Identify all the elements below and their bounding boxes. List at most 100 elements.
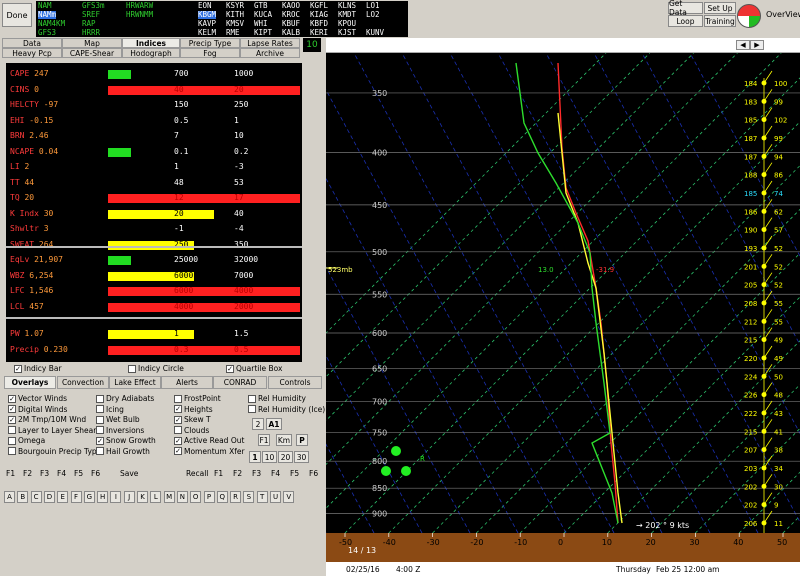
station-option[interactable]: WHI	[254, 20, 268, 28]
letter-key[interactable]: J	[123, 491, 135, 503]
letter-key[interactable]: I	[110, 491, 122, 503]
letter-key[interactable]: E	[57, 491, 69, 503]
letter-key[interactable]: R	[230, 491, 242, 503]
station-option[interactable]: KIPT	[254, 29, 272, 37]
overlay-checkbox[interactable]: Clouds	[174, 426, 209, 435]
station-option[interactable]: KMSV	[226, 20, 244, 28]
overlay-checkbox[interactable]: FrostPoint	[174, 394, 221, 403]
overlay-checkbox[interactable]: Rel Humidity (Ice)	[248, 405, 325, 414]
station-option[interactable]: KERI	[310, 29, 328, 37]
overlay-checkbox[interactable]: Inversions	[96, 426, 144, 435]
model-option[interactable]: NAM	[38, 2, 52, 10]
station-option[interactable]: KBGM	[198, 11, 217, 19]
tab-precip-type[interactable]: Precip Type	[180, 38, 240, 48]
overlay-checkbox[interactable]: ✓ Momentum Xfer	[174, 447, 245, 456]
overlay-checkbox[interactable]: ✓ Heights	[174, 405, 213, 414]
overlay-checkbox[interactable]: ✓ Vector Winds	[8, 394, 67, 403]
overlay-tab-conrad[interactable]: CONRAD	[213, 376, 267, 389]
model-selector[interactable]: NAM GFS3m HRWARW NAMm SREF HRWNMM NAM4KM RAP GFS…	[36, 1, 168, 37]
overlay-checkbox[interactable]: Rel Humidity	[248, 394, 306, 403]
overlay-checkbox[interactable]: ✓ 2M Tmp/10M Wnd	[8, 415, 86, 424]
overlay-checkbox[interactable]: ✓ Active Read Out	[174, 436, 244, 445]
fkey-right[interactable]: F4	[271, 469, 280, 478]
training-button[interactable]: Training	[704, 15, 736, 27]
station-option[interactable]: GTB	[254, 2, 268, 10]
fkey-right[interactable]: F2	[233, 469, 242, 478]
letter-key[interactable]: O	[190, 491, 202, 503]
tab-indices[interactable]: Indices	[122, 38, 180, 48]
f1-small-button[interactable]: F1	[258, 434, 270, 446]
station-option[interactable]: KSYR	[226, 2, 244, 10]
overlay-checkbox[interactable]: ✓ Skew T	[174, 415, 211, 424]
scroll-left-icon[interactable]: ◀	[736, 40, 750, 50]
tab-fog[interactable]: Fog	[180, 48, 240, 58]
overview-globe-icon[interactable]	[737, 4, 761, 28]
overlay-checkbox[interactable]: Omega	[8, 436, 45, 445]
overlay-tab-lake-effect[interactable]: Lake Effect	[109, 376, 161, 389]
model-option[interactable]: NAM4KM	[38, 20, 65, 28]
fkey-left[interactable]: F1	[6, 469, 15, 478]
station-option[interactable]: KIAG	[310, 11, 328, 19]
letter-key[interactable]: P	[203, 491, 215, 503]
done-button[interactable]: Done	[2, 3, 32, 27]
station-option[interactable]: KROC	[282, 11, 300, 19]
letter-key[interactable]: G	[83, 491, 95, 503]
loop-button[interactable]: Loop	[668, 15, 703, 27]
station-selector[interactable]: EON KSYR GTB KAOO KGFL KLNS LO1 KBGM KITH KUCA KRO…	[168, 1, 408, 37]
station-option[interactable]: KBFD	[310, 20, 328, 28]
station-option[interactable]: KMDT	[338, 11, 356, 19]
overlay-checkbox[interactable]: ✓ Snow Growth	[96, 436, 156, 445]
overlay-checkbox[interactable]: Wet Bulb	[96, 415, 140, 424]
model-option[interactable]: HRWARW	[126, 2, 153, 10]
letter-key[interactable]: Q	[216, 491, 228, 503]
fkey-right[interactable]: F3	[252, 469, 261, 478]
station-option[interactable]: KELM	[198, 29, 216, 37]
station-option[interactable]: KGFL	[310, 2, 328, 10]
fkey-left[interactable]: F2	[23, 469, 32, 478]
fkey-right[interactable]: F1	[214, 469, 223, 478]
overlay-checkbox[interactable]: ✓ Digital Winds	[8, 405, 67, 414]
fkey-left[interactable]: F5	[74, 469, 83, 478]
get-data-button[interactable]: Get Data	[668, 0, 703, 17]
letter-key[interactable]: H	[97, 491, 109, 503]
station-option[interactable]: EON	[198, 2, 212, 10]
letter-key[interactable]: M	[163, 491, 175, 503]
letter-key[interactable]: C	[30, 491, 42, 503]
letter-key[interactable]: A	[4, 491, 15, 503]
overlay-tab-overlays[interactable]: Overlays	[4, 376, 56, 389]
p-button[interactable]: P	[296, 434, 308, 446]
tab-heavy-pcp[interactable]: Heavy Pcp	[2, 48, 62, 58]
overlay-checkbox[interactable]: Icing	[96, 405, 124, 414]
letter-key[interactable]: B	[17, 491, 29, 503]
station-option[interactable]: KITH	[226, 11, 244, 19]
overlay-checkbox[interactable]: Hail Growth	[96, 447, 150, 456]
scroll-right-icon[interactable]: ▶	[750, 40, 764, 50]
station-option[interactable]: KJST	[338, 29, 356, 37]
letter-key[interactable]: S	[243, 491, 255, 503]
letter-key[interactable]: F	[70, 491, 82, 503]
km-button[interactable]: Km	[276, 434, 292, 446]
model-option[interactable]: GFS3	[38, 29, 56, 37]
overlay-checkbox[interactable]: Bourgouin Precip Type	[8, 447, 101, 456]
overlay-tab-convection[interactable]: Convection	[57, 376, 109, 389]
speed-20-button[interactable]: 20	[278, 451, 293, 463]
skewt-plot[interactable]: 350 400 450 500 550 600 650 700 750 800 850 900 -50-…	[326, 53, 800, 562]
model-option[interactable]: HRWNMM	[126, 11, 153, 19]
tab-data[interactable]: Data	[2, 38, 62, 48]
letter-key[interactable]: U	[270, 491, 281, 503]
quartile-box-checkbox[interactable]: ✓ Quartile Box	[226, 364, 282, 373]
tab-map[interactable]: Map	[62, 38, 122, 48]
fkey-left[interactable]: F6	[91, 469, 100, 478]
speed-1-button[interactable]: 1	[249, 451, 261, 463]
station-option[interactable]: KPOU	[338, 20, 356, 28]
indicy-circle-checkbox[interactable]: Indicy Circle	[128, 364, 184, 373]
station-option[interactable]: KBUF	[282, 20, 300, 28]
speed-30-button[interactable]: 30	[294, 451, 309, 463]
letter-key[interactable]: K	[137, 491, 148, 503]
tab-hodograph[interactable]: Hodograph	[122, 48, 180, 58]
tab-cape-shear[interactable]: CAPE-Shear	[62, 48, 122, 58]
model-option[interactable]: HRRR	[82, 29, 100, 37]
speed-10-button[interactable]: 10	[262, 451, 277, 463]
overview-label[interactable]: OverView	[766, 10, 800, 19]
setup-button[interactable]: Set Up	[704, 2, 736, 14]
